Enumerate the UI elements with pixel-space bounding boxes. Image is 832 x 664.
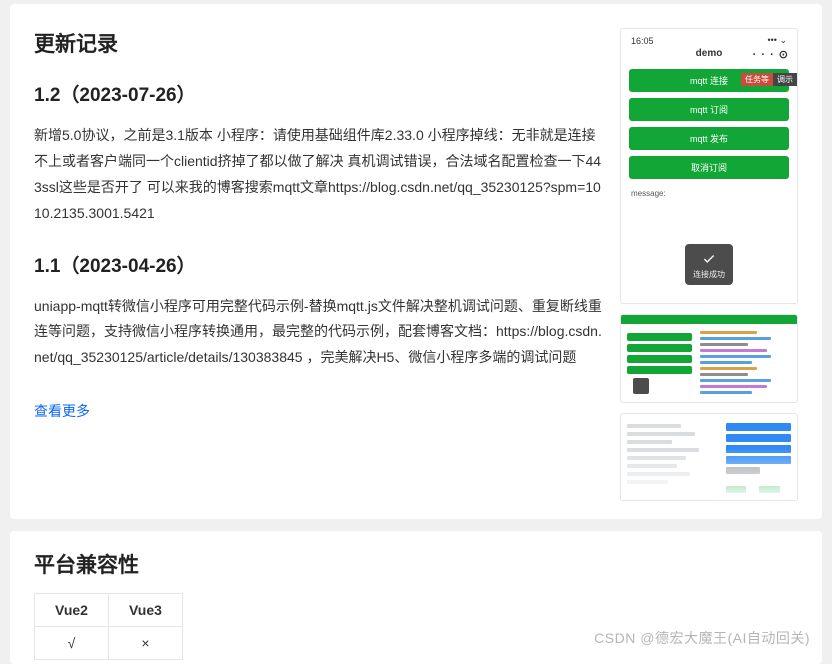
check-icon	[702, 252, 716, 266]
view-more-link[interactable]: 查看更多	[34, 401, 90, 421]
phone-btn-publish: mqtt 发布	[629, 127, 789, 150]
col-vue3: Vue3	[108, 594, 182, 627]
compat-card: 平台兼容性 Vue2 Vue3 √ ×	[10, 531, 822, 664]
thumbnail-column: 16:05 ••• ⌄ demo · · · ⊙ 任务等 调示 mqtt 连接 …	[620, 28, 798, 501]
version-desc-2: uniapp-mqtt转微信小程序可用完整代码示例-替换mqtt.js文件解决整…	[34, 294, 602, 372]
section-title: 更新记录	[34, 28, 602, 58]
col-vue2: Vue2	[35, 594, 109, 627]
compat-title: 平台兼容性	[34, 549, 798, 579]
phone-capsule: · · · ⊙	[753, 48, 789, 61]
version-desc-1: 新增5.0协议，之前是3.1版本 小程序：请使用基础组件库2.33.0 小程序掉…	[34, 123, 602, 227]
version-title-1: 1.2（2023-07-26）	[34, 80, 602, 107]
phone-debug-tag: 任务等 调示	[741, 73, 797, 86]
phone-btn-unsub: 取消订阅	[629, 156, 789, 179]
phone-time: 16:05	[631, 36, 654, 46]
changelog-content: 更新记录 1.2（2023-07-26） 新增5.0协议，之前是3.1版本 小程…	[34, 28, 602, 501]
thumbnail-phone[interactable]: 16:05 ••• ⌄ demo · · · ⊙ 任务等 调示 mqtt 连接 …	[620, 28, 798, 304]
phone-signal: ••• ⌄	[768, 35, 788, 46]
table-row: √ ×	[35, 627, 183, 660]
phone-message-label: message:	[621, 185, 797, 198]
changelog-card: 更新记录 1.2（2023-07-26） 新增5.0协议，之前是3.1版本 小程…	[10, 4, 822, 519]
thumbnail-ide-2[interactable]	[620, 413, 798, 501]
version-title-2: 1.1（2023-04-26）	[34, 251, 602, 278]
phone-toast: 连接成功	[685, 244, 733, 285]
ide-toolbar	[621, 315, 797, 324]
table-row: Vue2 Vue3	[35, 594, 183, 627]
phone-statusbar: 16:05 ••• ⌄	[621, 29, 797, 48]
cell-vue2: √	[35, 627, 109, 660]
phone-title: demo · · · ⊙	[621, 48, 797, 63]
thumbnail-ide-1[interactable]	[620, 314, 798, 402]
phone-btn-subscribe: mqtt 订阅	[629, 98, 789, 121]
compat-table: Vue2 Vue3 √ ×	[34, 593, 183, 660]
cell-vue3: ×	[108, 627, 182, 660]
